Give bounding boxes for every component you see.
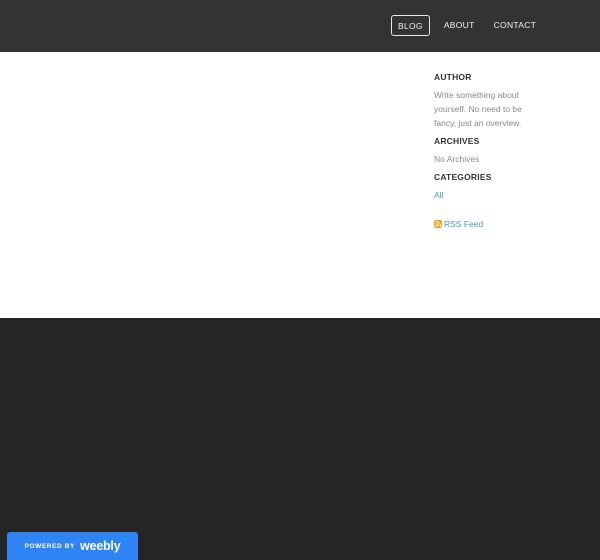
main-content: AUTHOR Write something about yourself. N… xyxy=(0,52,600,318)
author-text: Write something about yourself. No need … xyxy=(434,90,522,128)
categories-heading: CATEGORIES xyxy=(434,172,492,182)
rss-feed-link[interactable]: RSS Feed xyxy=(434,217,534,231)
archives-text: No Archives xyxy=(434,154,480,164)
blog-sidebar: AUTHOR Write something about yourself. N… xyxy=(434,70,534,231)
rss-feed-label: RSS Feed xyxy=(444,219,484,229)
nav-item-blog[interactable]: BLOG xyxy=(391,15,430,36)
archives-heading: ARCHIVES xyxy=(434,136,480,146)
author-heading: AUTHOR xyxy=(434,72,472,82)
powered-by-weebly-badge[interactable]: POWERED BY weebly xyxy=(7,532,138,560)
rss-icon xyxy=(434,220,442,228)
nav-item-contact[interactable]: CONTACT xyxy=(494,15,537,36)
weebly-logo: weebly xyxy=(79,539,121,553)
main-nav: BLOG ABOUT CONTACT xyxy=(391,15,536,36)
site-header: BLOG ABOUT CONTACT xyxy=(0,0,600,52)
page: BLOG ABOUT CONTACT AUTHOR Write somethin… xyxy=(0,0,600,560)
powered-by-text: POWERED BY xyxy=(24,542,75,550)
site-footer xyxy=(0,318,600,560)
category-link-all[interactable]: All xyxy=(434,188,534,202)
nav-item-about[interactable]: ABOUT xyxy=(444,15,475,36)
